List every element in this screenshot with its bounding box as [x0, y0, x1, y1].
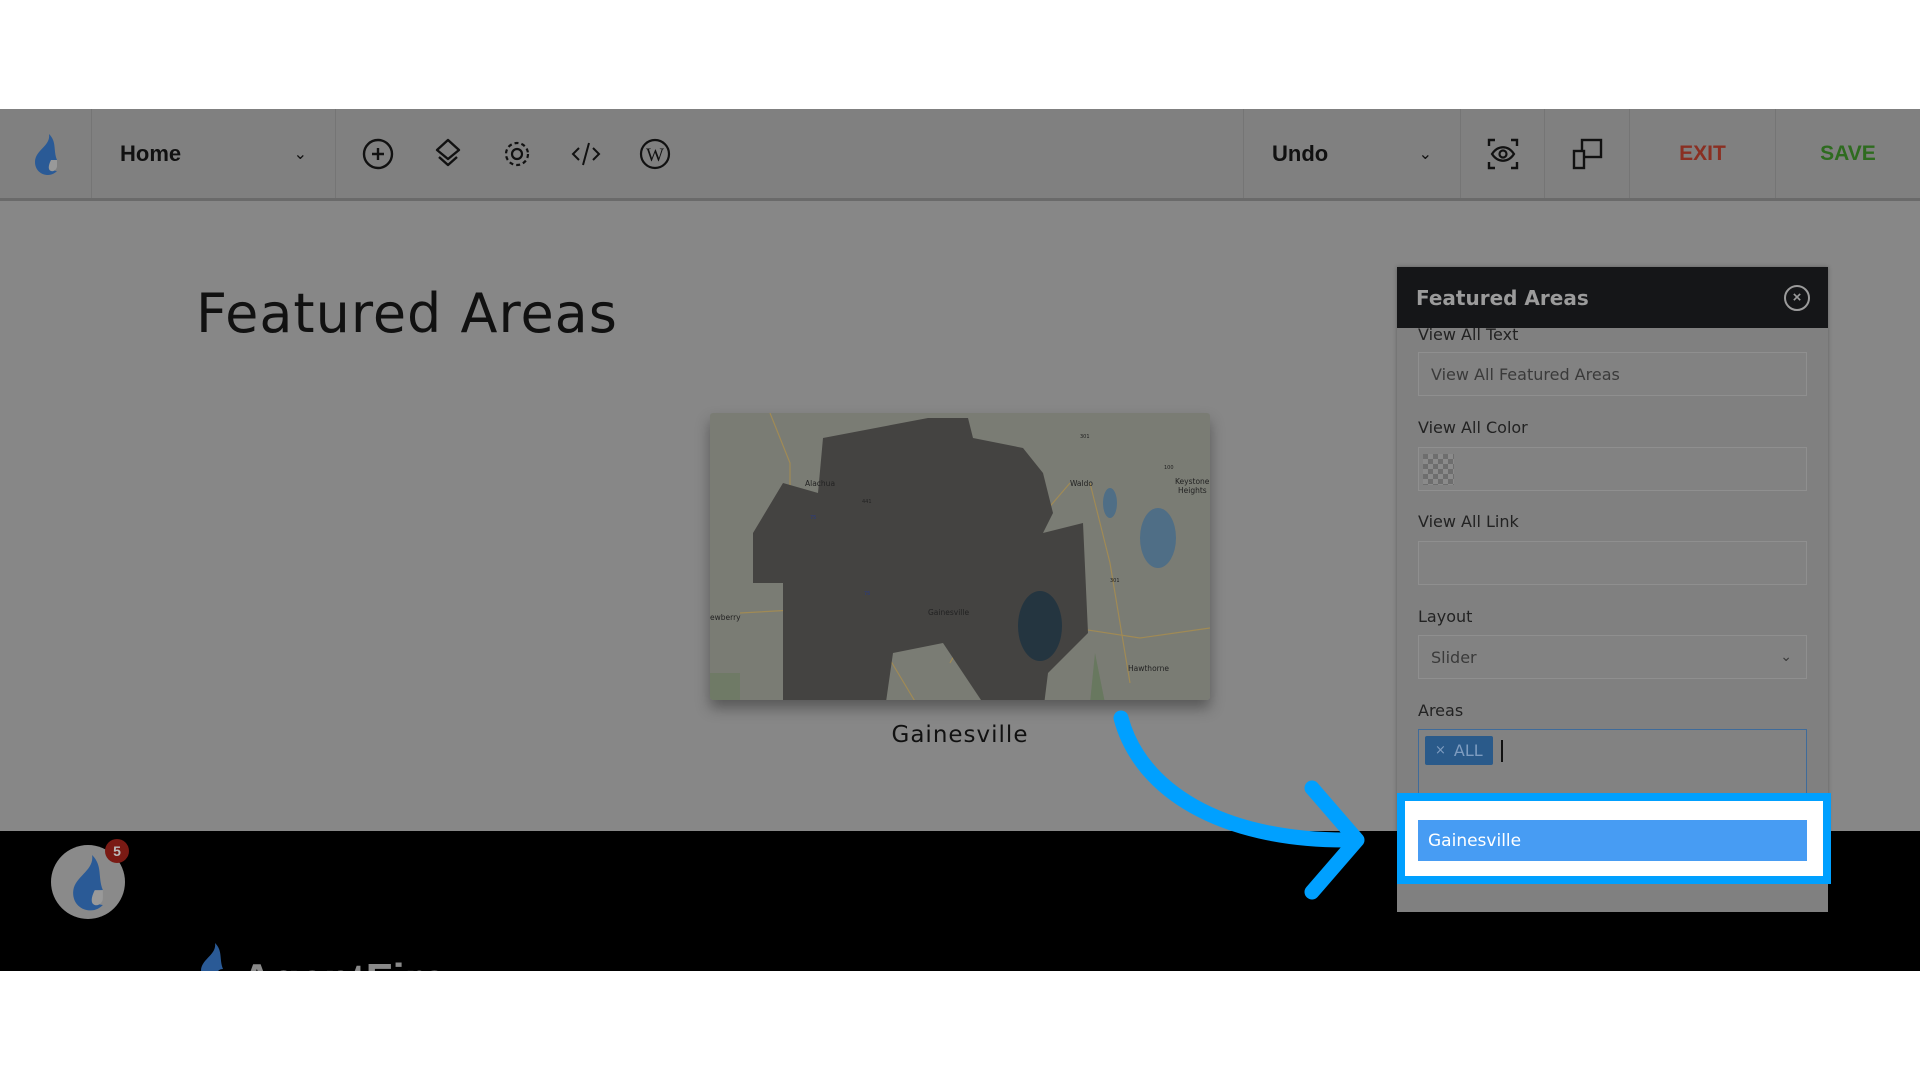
panel-title: Featured Areas	[1416, 285, 1589, 310]
map-label: Heights	[1178, 486, 1207, 495]
area-tag: × ALL	[1425, 736, 1493, 765]
map-label: 441	[862, 499, 872, 505]
exit-button[interactable]: EXIT	[1630, 109, 1776, 198]
map-label: 75	[864, 591, 870, 597]
layout-label: Layout	[1418, 607, 1473, 626]
preview-button[interactable]	[1461, 109, 1545, 198]
footer-brand: AgentFire	[195, 941, 446, 971]
undo-label: Undo	[1272, 140, 1329, 166]
notification-badge: 5	[105, 839, 129, 863]
top-margin	[0, 0, 1920, 109]
map-label: Alachua	[805, 479, 835, 488]
map-label: Gainesville	[928, 608, 969, 617]
editor-toolbar: Home ⌄ W Undo ⌄ EXIT SAVE	[0, 109, 1920, 201]
code-icon[interactable]	[569, 137, 603, 171]
logo-button[interactable]	[0, 109, 92, 198]
view-all-text-label: View All Text	[1418, 325, 1519, 344]
support-avatar[interactable]: 5	[51, 839, 129, 919]
page-select[interactable]: Home ⌄	[92, 109, 336, 198]
page-title: Featured Areas	[196, 282, 618, 345]
view-all-link-input[interactable]	[1418, 541, 1807, 585]
layout-select[interactable]: Slider ⌄	[1418, 635, 1807, 679]
undo-dropdown[interactable]: Undo ⌄	[1243, 109, 1461, 198]
text-cursor	[1500, 740, 1503, 762]
close-icon[interactable]: ×	[1784, 284, 1810, 311]
layers-icon[interactable]	[431, 137, 465, 171]
view-all-text-input[interactable]: View All Featured Areas	[1418, 352, 1807, 396]
map-label: 100	[1164, 465, 1174, 471]
map-label: ewberry	[710, 613, 741, 622]
view-all-link-label: View All Link	[1418, 512, 1519, 531]
transparent-swatch[interactable]	[1423, 453, 1454, 485]
flame-logo-icon	[34, 133, 57, 175]
map-label: Hawthorne	[1128, 664, 1169, 673]
svg-text:W: W	[646, 145, 664, 166]
area-tag-label: ALL	[1453, 741, 1483, 760]
flame-logo-icon	[201, 943, 223, 971]
responsive-devices-icon	[1572, 138, 1603, 169]
brand-name: AgentFire	[241, 955, 446, 971]
page-select-value: Home	[120, 140, 182, 166]
annotation-arrow	[1113, 710, 1365, 900]
area-map-card[interactable]: Alachua Waldo Keystone Heights Gainesvil…	[710, 413, 1210, 700]
flame-logo-icon	[73, 854, 103, 911]
chevron-down-icon: ⌄	[293, 145, 307, 163]
wordpress-icon[interactable]: W	[638, 137, 672, 171]
layout-value: Slider	[1431, 647, 1477, 667]
exit-label: EXIT	[1679, 141, 1726, 165]
save-button[interactable]: SAVE	[1776, 109, 1920, 198]
preview-eye-icon	[1487, 138, 1518, 169]
bottom-margin	[0, 971, 1920, 1080]
view-all-color-label: View All Color	[1418, 418, 1528, 437]
areas-label: Areas	[1418, 701, 1464, 720]
map-label: Waldo	[1070, 479, 1093, 488]
map-label: Keystone	[1175, 477, 1210, 486]
chevron-down-icon: ⌄	[1780, 649, 1792, 665]
panel-header: Featured Areas ×	[1397, 267, 1828, 328]
map-label: 301	[1110, 578, 1120, 584]
view-all-color-picker[interactable]	[1418, 447, 1807, 491]
gear-icon[interactable]	[500, 137, 534, 171]
map-label: 75	[810, 515, 816, 521]
add-circle-icon[interactable]	[361, 137, 395, 171]
area-map: Alachua Waldo Keystone Heights Gainesvil…	[710, 413, 1210, 700]
save-label: SAVE	[1820, 141, 1876, 165]
dropdown-option-gainesville[interactable]: Gainesville	[1418, 820, 1807, 861]
remove-tag-icon[interactable]: ×	[1435, 743, 1446, 758]
responsive-button[interactable]	[1545, 109, 1630, 198]
map-label: 301	[1080, 434, 1090, 440]
chevron-down-icon: ⌄	[1418, 145, 1432, 163]
